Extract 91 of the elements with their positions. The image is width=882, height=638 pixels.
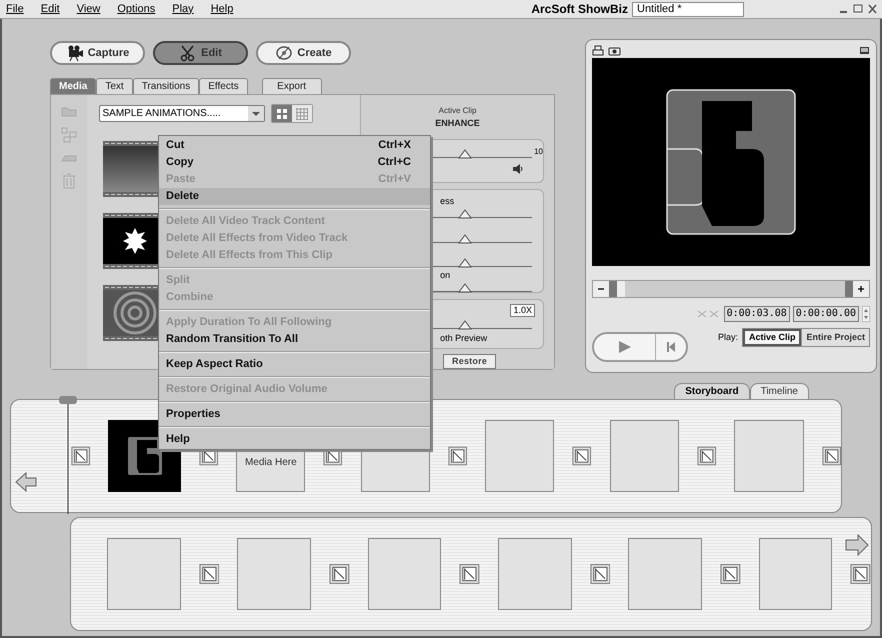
view-tab[interactable]: Storyboard bbox=[674, 383, 750, 399]
slider-thumb[interactable] bbox=[458, 234, 472, 244]
restore-button[interactable]: Restore bbox=[443, 354, 496, 369]
document-name: Untitled * bbox=[632, 2, 744, 16]
play-mode-button[interactable]: Entire Project bbox=[801, 329, 869, 346]
mode-button[interactable]: Capture bbox=[50, 41, 145, 65]
trim-start-handle bbox=[609, 281, 617, 297]
panel-heading: Active Clip bbox=[438, 105, 478, 117]
menu-item[interactable]: Edit bbox=[40, 0, 60, 18]
trim-bar[interactable]: − + bbox=[592, 280, 870, 298]
transition-icon bbox=[850, 563, 872, 585]
menu-item[interactable]: Play bbox=[172, 0, 194, 18]
transition-icon bbox=[572, 445, 592, 467]
shortcut-label: Ctrl+C bbox=[378, 155, 411, 170]
empty-slot[interactable] bbox=[485, 420, 554, 492]
zoom-out-button[interactable]: − bbox=[593, 281, 609, 297]
disc-icon bbox=[275, 44, 294, 62]
speaker-icon bbox=[512, 164, 524, 174]
tab[interactable]: Transitions bbox=[132, 78, 200, 94]
view-tab[interactable]: Timeline bbox=[750, 383, 809, 399]
transition-icon bbox=[448, 445, 468, 467]
menu-item[interactable]: Keep Aspect Ratio bbox=[159, 356, 430, 373]
printer-icon bbox=[592, 45, 604, 56]
menu-item[interactable]: Options bbox=[117, 0, 156, 18]
transition-icon bbox=[328, 563, 350, 585]
menu-item[interactable]: Random Transition To All bbox=[159, 331, 430, 348]
menu-item[interactable]: File bbox=[6, 0, 24, 18]
camera-icon bbox=[608, 46, 621, 56]
empty-slot[interactable] bbox=[368, 538, 442, 610]
transition-icon bbox=[590, 563, 610, 585]
slider-thumb[interactable] bbox=[458, 258, 472, 268]
play-mode-button[interactable]: Active Clip bbox=[742, 329, 802, 346]
empty-slot[interactable] bbox=[734, 420, 804, 492]
option-label: oth Preview bbox=[440, 332, 488, 345]
mode-button[interactable]: Edit bbox=[153, 41, 248, 65]
slider-thumb[interactable] bbox=[458, 209, 472, 220]
panel-title: ENHANCE bbox=[434, 117, 481, 130]
transition-icon bbox=[720, 563, 741, 585]
tab[interactable]: Export bbox=[262, 78, 322, 94]
right-arrow-icon bbox=[845, 534, 869, 556]
slider-thumb[interactable] bbox=[458, 282, 472, 293]
tab[interactable]: Effects bbox=[199, 78, 248, 94]
play-icon bbox=[618, 340, 632, 354]
grid-icon bbox=[294, 106, 310, 122]
movie-camera-icon bbox=[66, 44, 84, 62]
menu-item[interactable]: Copy Ctrl+C bbox=[159, 154, 430, 171]
empty-slot[interactable] bbox=[758, 538, 832, 610]
skip-back-icon bbox=[667, 342, 675, 352]
playhead-thumb[interactable] bbox=[617, 281, 625, 297]
slider-max-label: 10 bbox=[534, 146, 543, 158]
slider-label: on bbox=[440, 270, 452, 280]
left-arrow-icon bbox=[15, 472, 37, 492]
speed-field[interactable]: 1.0X bbox=[510, 304, 535, 317]
app-title: ArcSoft ShowBiz bbox=[531, 1, 628, 18]
monitor-icon bbox=[859, 46, 870, 56]
menu-item[interactable]: Help bbox=[210, 0, 234, 18]
transition-icon bbox=[459, 563, 480, 585]
transition-icon bbox=[198, 563, 220, 585]
transition-icon bbox=[696, 445, 716, 467]
shortcut-label: Ctrl+V bbox=[378, 172, 411, 188]
menu-item[interactable]: View bbox=[76, 0, 100, 18]
play-label: Play: bbox=[718, 331, 738, 344]
empty-slot[interactable] bbox=[628, 538, 702, 610]
trim-end-handle bbox=[845, 281, 853, 297]
drop-hint: Media Here bbox=[244, 457, 297, 468]
slider-thumb[interactable] bbox=[458, 320, 472, 330]
trash-icon bbox=[62, 173, 76, 189]
tab[interactable]: Text bbox=[96, 78, 133, 94]
folder-dropdown[interactable]: SAMPLE ANIMATIONS..... bbox=[98, 105, 264, 122]
folder-icon bbox=[60, 105, 77, 117]
spinner-icon bbox=[862, 306, 870, 322]
shortcut-label: Ctrl+X bbox=[378, 138, 411, 154]
slider-thumb[interactable] bbox=[458, 148, 472, 158]
time-field[interactable]: 0:00:00.00 bbox=[792, 306, 859, 322]
empty-slot[interactable] bbox=[498, 538, 572, 610]
empty-slot[interactable] bbox=[237, 538, 311, 610]
time-field[interactable]: 0:00:03.08 bbox=[724, 306, 790, 322]
menu-item[interactable]: Properties bbox=[159, 406, 430, 423]
transition-icon bbox=[71, 445, 90, 467]
transition-icon bbox=[822, 445, 841, 467]
zoom-in-button[interactable]: + bbox=[853, 281, 869, 297]
mode-button[interactable]: Create bbox=[256, 41, 351, 65]
menu-item[interactable]: Delete bbox=[159, 188, 430, 205]
tab[interactable]: Media bbox=[50, 78, 96, 94]
window-controls-icon bbox=[838, 3, 878, 15]
large-thumbnails-button[interactable] bbox=[272, 105, 292, 122]
empty-slot[interactable] bbox=[107, 538, 181, 610]
menu-item[interactable]: Cut Ctrl+X bbox=[159, 137, 430, 154]
small-thumbnails-button[interactable] bbox=[292, 105, 312, 122]
slider-label: ess bbox=[440, 196, 456, 206]
empty-slot[interactable] bbox=[610, 420, 679, 492]
